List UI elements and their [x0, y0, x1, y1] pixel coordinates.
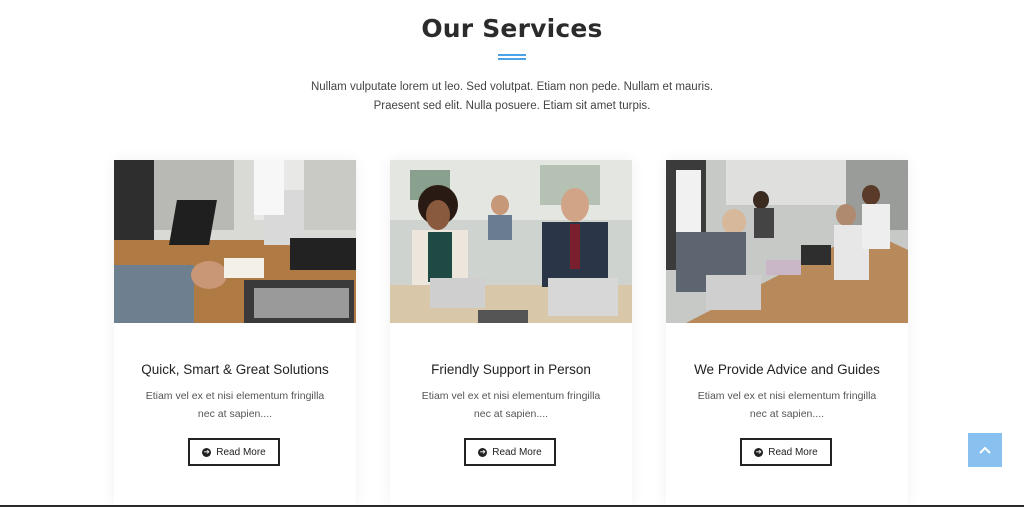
- read-more-label: Read More: [492, 446, 542, 458]
- arrow-right-icon: ➔: [202, 447, 212, 457]
- arrow-right-icon: ➔: [478, 447, 488, 457]
- card-description: Etiam vel ex et nisi elementum fringilla…: [686, 387, 888, 423]
- card-description: Etiam vel ex et nisi elementum fringilla…: [410, 387, 612, 423]
- card-image-coworking: [666, 160, 908, 323]
- read-more-button[interactable]: ➔ Read More: [188, 438, 280, 466]
- card-desc-line: Etiam vel ex et nisi elementum fringilla: [145, 390, 325, 402]
- back-to-top-button[interactable]: [968, 433, 1002, 467]
- card-desc-line: Etiam vel ex et nisi elementum fringilla: [421, 390, 601, 402]
- title-underline: [498, 54, 526, 60]
- card-title: Quick, Smart & Great Solutions: [141, 362, 329, 377]
- section-intro: Nullam vulputate lorem ut leo. Sed volut…: [0, 78, 1024, 116]
- card-description: Etiam vel ex et nisi elementum fringilla…: [134, 387, 336, 423]
- card-desc-line: nec at sapien....: [197, 408, 273, 420]
- section-title: Our Services: [421, 14, 603, 43]
- card-desc-line: nec at sapien....: [473, 408, 549, 420]
- read-more-button[interactable]: ➔ Read More: [464, 438, 556, 466]
- card-image-office-laptop: [114, 160, 356, 323]
- read-more-label: Read More: [768, 446, 818, 458]
- card-image-team-meeting: [390, 160, 632, 323]
- intro-line: Praesent sed elit. Nulla posuere. Etiam …: [373, 100, 651, 112]
- read-more-label: Read More: [216, 446, 266, 458]
- service-card: Quick, Smart & Great Solutions Etiam vel…: [114, 160, 356, 507]
- arrow-right-icon: ➔: [754, 447, 764, 457]
- card-title: We Provide Advice and Guides: [694, 362, 880, 377]
- card-desc-line: nec at sapien....: [749, 408, 825, 420]
- service-card: Friendly Support in Person Etiam vel ex …: [390, 160, 632, 507]
- chevron-up-icon: [979, 446, 991, 454]
- service-card: We Provide Advice and Guides Etiam vel e…: [666, 160, 908, 507]
- intro-line: Nullam vulputate lorem ut leo. Sed volut…: [310, 81, 714, 93]
- card-desc-line: Etiam vel ex et nisi elementum fringilla: [697, 390, 877, 402]
- read-more-button[interactable]: ➔ Read More: [740, 438, 832, 466]
- card-title: Friendly Support in Person: [431, 362, 591, 377]
